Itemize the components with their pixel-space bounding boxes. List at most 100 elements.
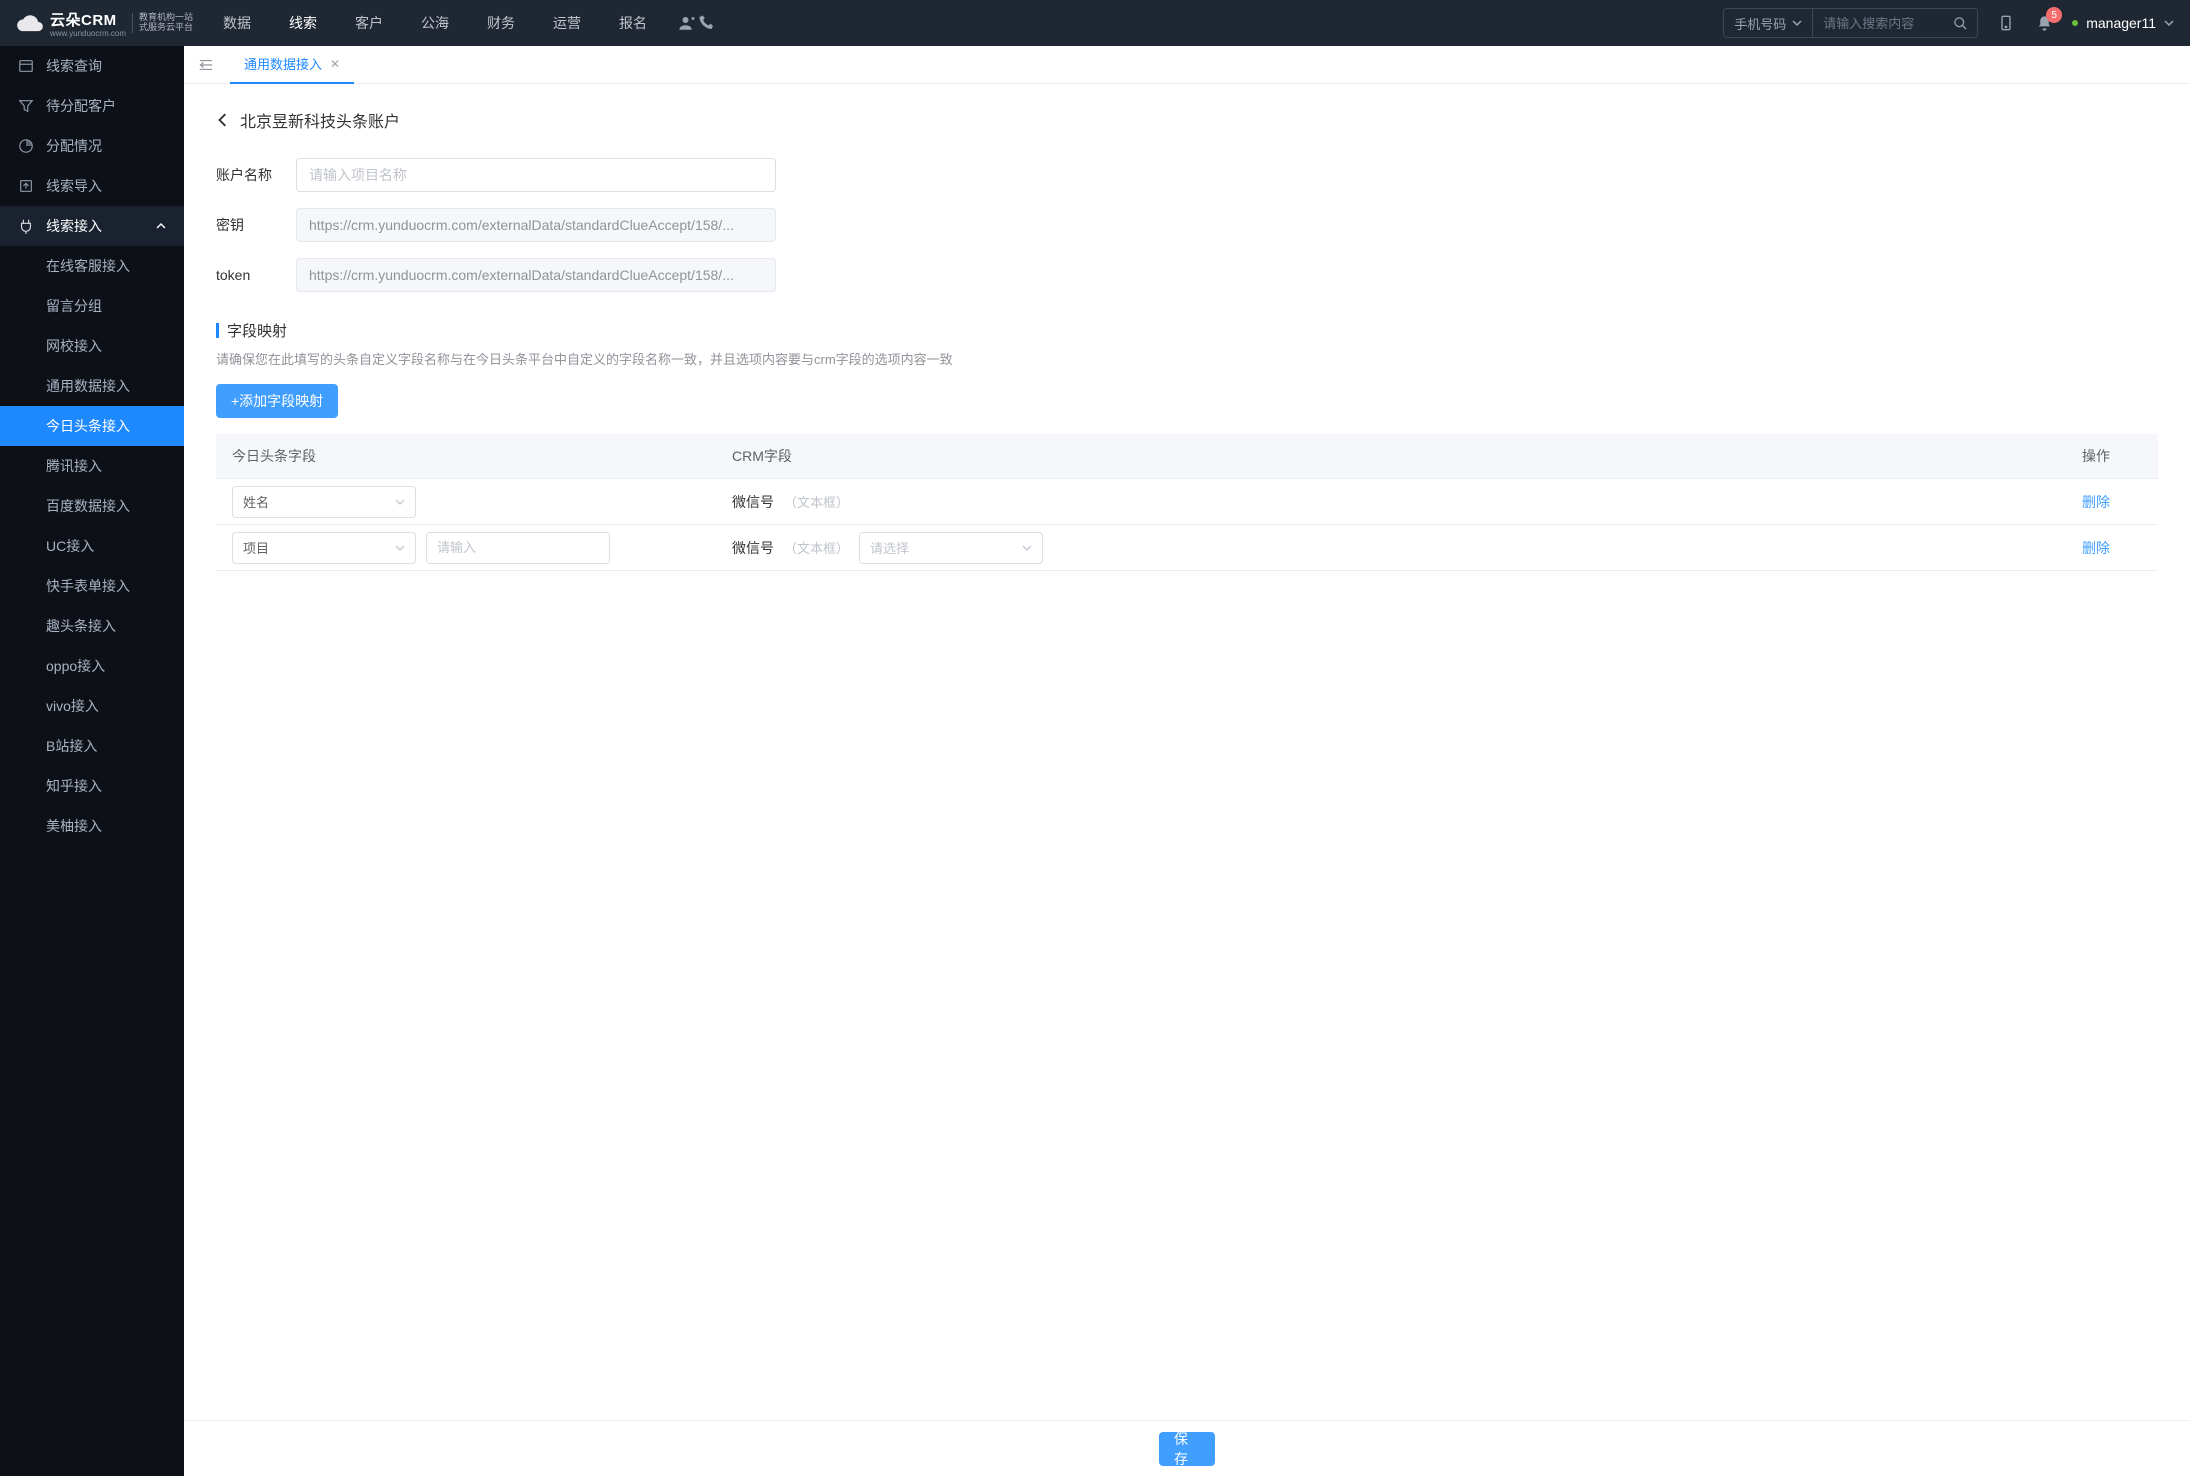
notification-bell[interactable]: 5 [2034,13,2054,33]
label-token: token [216,267,288,283]
collapse-sidebar-button[interactable] [192,51,220,79]
sidebar-subitem[interactable]: vivo接入 [0,686,184,726]
label-secret: 密钥 [216,215,288,235]
crm-field-label: 微信号 [732,492,774,512]
crm-field-select[interactable]: 请选择 [859,532,1043,564]
save-button[interactable]: 保存 [1159,1432,1215,1466]
delete-row-button[interactable]: 删除 [2082,494,2110,510]
close-tab-button[interactable]: ✕ [330,57,340,71]
brand-cloud-icon [16,9,44,37]
sidebar-item-icon [18,98,34,114]
nav-item[interactable]: 数据 [223,13,251,33]
sidebar-item-icon [18,138,34,154]
crm-field-type-hint: （文本框） [784,492,849,511]
sidebar-item-icon [18,58,34,74]
brand-tagline: 教育机构一站 式服务云平台 [132,13,193,33]
top-nav: 数据 线索 客户 公海 财务 运营 报名 [223,13,647,33]
user-add-icon[interactable] [677,13,697,33]
sidebar-subitem[interactable]: 快手表单接入 [0,566,184,606]
nav-item[interactable]: 线索 [289,13,317,33]
content: 北京昱新科技头条账户 账户名称 密钥 token 字段映射 请确保您在此填写的头… [184,84,2190,1476]
chevron-down-icon [395,497,405,507]
brand-text-wrap: 云朵CRM www.yunduocrm.com [50,9,126,38]
notification-badge: 5 [2046,7,2062,23]
username-label: manager11 [2086,15,2156,31]
page-header: 北京昱新科技头条账户 [216,108,2158,132]
table-row: 姓名 微信号 （文本框） 删除 [216,478,2158,524]
user-menu[interactable]: manager11 [2072,15,2174,31]
row-secret: 密钥 [216,208,2158,242]
chevron-down-icon [2164,18,2174,28]
sidebar-subitem[interactable]: 百度数据接入 [0,486,184,526]
search-type-select[interactable]: 手机号码 [1724,9,1813,37]
sidebar-item[interactable]: 线索查询 [0,46,184,86]
toutiao-field-select[interactable]: 姓名 [232,486,416,518]
nav-item[interactable]: 报名 [619,13,647,33]
toutiao-custom-input[interactable] [426,532,610,564]
chevron-left-icon [216,113,230,127]
sidebar: 线索查询待分配客户分配情况线索导入线索接入在线客服接入留言分组网校接入通用数据接… [0,46,184,1476]
collapse-icon [198,57,214,73]
global-search: 手机号码 [1723,8,1978,38]
sidebar-item[interactable]: 待分配客户 [0,86,184,126]
nav-item[interactable]: 财务 [487,13,515,33]
input-account-name[interactable] [296,158,776,192]
sidebar-subitem[interactable]: 知乎接入 [0,766,184,806]
section-title: 字段映射 [227,320,287,341]
sidebar-subitem[interactable]: B站接入 [0,726,184,766]
search-input[interactable] [1813,16,1943,31]
input-token[interactable] [296,258,776,292]
tab-bar: 通用数据接入 ✕ [184,46,2190,84]
nav-item[interactable]: 运营 [553,13,581,33]
add-mapping-button[interactable]: +添加字段映射 [216,384,338,418]
table-row: 项目 微信号 （文本框） 请选择 删除 [216,524,2158,570]
sidebar-item[interactable]: 线索导入 [0,166,184,206]
sidebar-item-expanded[interactable]: 线索接入 [0,206,184,246]
nav-item[interactable]: 公海 [421,13,449,33]
label-account-name: 账户名称 [216,165,288,185]
toutiao-field-select[interactable]: 项目 [232,532,416,564]
input-secret[interactable] [296,208,776,242]
status-online-icon [2072,20,2078,26]
mapping-table: 今日头条字段 CRM字段 操作 姓名 微信号 （文本框） 删除 [216,434,2158,571]
brand-logo: 云朵CRM www.yunduocrm.com 教育机构一站 式服务云平台 [16,9,193,38]
mobile-icon[interactable] [1996,13,2016,33]
row-account-name: 账户名称 [216,158,2158,192]
sidebar-subitem[interactable]: oppo接入 [0,646,184,686]
sidebar-subitem[interactable]: 美柚接入 [0,806,184,846]
back-button[interactable] [216,113,230,127]
section-description: 请确保您在此填写的头条自定义字段名称与在今日头条平台中自定义的字段名称一致，并且… [216,349,2158,368]
sidebar-subitem[interactable]: 腾讯接入 [0,446,184,486]
chevron-down-icon [1792,18,1802,28]
th-action: 操作 [2082,446,2142,466]
sidebar-subitem[interactable]: 网校接入 [0,326,184,366]
search-icon [1953,16,1968,31]
sidebar-subitem[interactable]: 今日头条接入 [0,406,184,446]
crm-field-type-hint: （文本框） [784,538,849,557]
sidebar-subitem[interactable]: 趣头条接入 [0,606,184,646]
sidebar-subitem[interactable]: 通用数据接入 [0,366,184,406]
delete-row-button[interactable]: 删除 [2082,540,2110,556]
sidebar-item[interactable]: 分配情况 [0,126,184,166]
tab-active[interactable]: 通用数据接入 ✕ [230,46,354,84]
page-title: 北京昱新科技头条账户 [240,108,400,132]
section-mapping-header: 字段映射 [216,320,2158,341]
th-crm-field: CRM字段 [732,446,2082,466]
sidebar-subitem[interactable]: 在线客服接入 [0,246,184,286]
th-toutiao-field: 今日头条字段 [232,446,732,466]
search-button[interactable] [1943,8,1977,38]
sidebar-item-icon [18,178,34,194]
sidebar-subitem[interactable]: 留言分组 [0,286,184,326]
chevron-up-icon [156,221,166,231]
top-header: 云朵CRM www.yunduocrm.com 教育机构一站 式服务云平台 数据… [0,0,2190,46]
crm-field-label: 微信号 [732,538,774,558]
brand-name: 云朵CRM [50,9,126,30]
chevron-down-icon [1022,543,1032,553]
sidebar-subitem[interactable]: UC接入 [0,526,184,566]
phone-icon[interactable] [697,13,717,33]
nav-item[interactable]: 客户 [355,13,383,33]
row-token: token [216,258,2158,292]
main-area: 通用数据接入 ✕ 北京昱新科技头条账户 账户名称 密钥 token 字段映射 请… [184,46,2190,1476]
header-right: 手机号码 5 manager11 [1723,8,2174,38]
table-header: 今日头条字段 CRM字段 操作 [216,434,2158,478]
